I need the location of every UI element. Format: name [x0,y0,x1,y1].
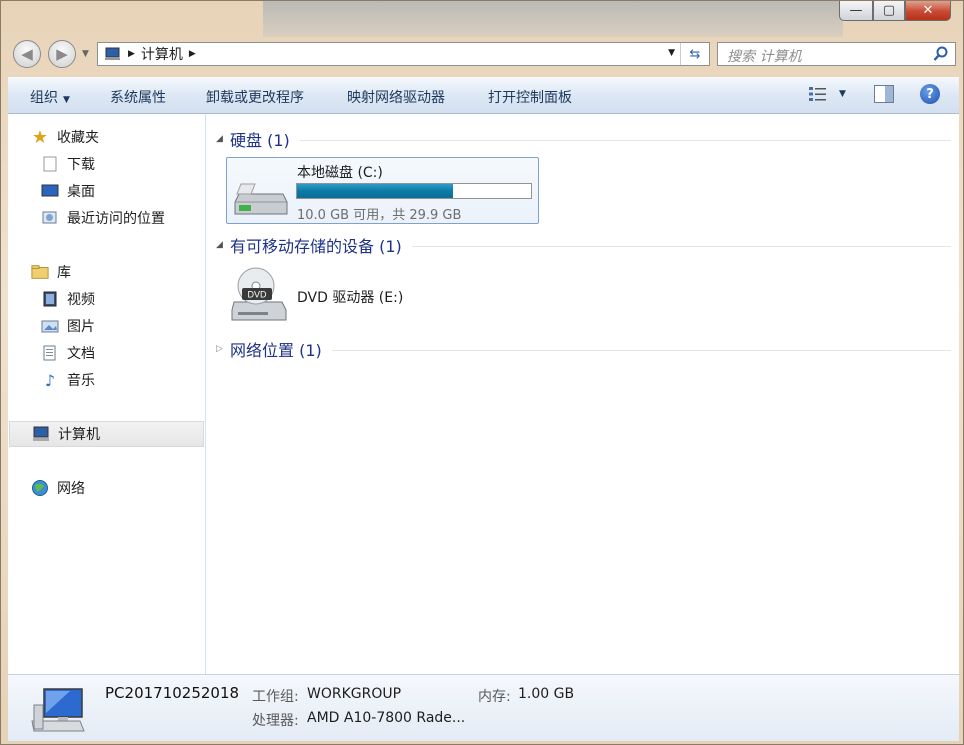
explorer-window: — ▢ ✕ ◀ ▶ ▼ ▶ 计算机 ▶ ▼ ⇆ 搜索 计算机 组织 ▼ 系统属性… [0,0,964,745]
organize-button[interactable]: 组织 ▼ [30,87,70,107]
drive-name: 本地磁盘 (C:) [297,165,383,181]
drive-usage-bar [296,183,532,199]
sidebar-item-recent-places[interactable]: 最近访问的位置 [41,207,165,229]
workgroup-label: 工作组: [252,689,299,705]
star-icon: ★ [31,126,49,148]
documents-icon [41,345,59,361]
back-arrow-icon: ◀ [21,45,33,63]
sidebar-item-desktop[interactable]: 桌面 [41,180,95,202]
sidebar-item-videos[interactable]: 视频 [41,288,95,310]
sidebar-item-label: 音乐 [67,373,95,389]
group-title: 有可移动存储的设备 (1) [230,237,402,256]
drive-free-space: 10.0 GB 可用，共 29.9 GB [297,208,462,223]
breadcrumb-separator-icon[interactable]: ▶ [189,49,196,59]
sidebar-item-label: 视频 [67,292,95,308]
memory-label: 内存: [478,689,511,705]
address-bar[interactable]: ▶ 计算机 ▶ ▼ ⇆ [97,42,710,66]
sidebar-item-label: 库 [57,265,71,281]
minimize-button[interactable]: — [839,1,873,21]
dvd-drive-icon: DVD [231,267,287,321]
hard-drive-icon [234,183,288,215]
search-box[interactable]: 搜索 计算机 [717,42,956,66]
library-icon [31,264,49,280]
processor-label: 处理器: [252,713,299,729]
address-dropdown-icon[interactable]: ▼ [668,48,675,58]
navigation-pane: ★ 收藏夹 下载 桌面 最近访问的位置 库 视频 图片 文档 ♪ 音乐 计算机 … [8,114,206,674]
group-header-removable-storage[interactable]: ◢ 有可移动存储的设备 (1) [216,234,951,256]
sidebar-item-libraries[interactable]: 库 [31,261,71,283]
computer-icon [105,47,120,60]
computer-name: PC201710252018 [105,684,240,702]
sidebar-item-favorites[interactable]: ★ 收藏夹 [31,126,99,148]
sidebar-item-label: 文档 [67,346,95,362]
sidebar-item-music[interactable]: ♪ 音乐 [41,369,95,391]
title-bar [263,1,843,37]
sidebar-item-network[interactable]: 网络 [31,477,85,499]
breadcrumb-computer[interactable]: 计算机 [141,44,183,64]
network-globe-icon [31,480,49,496]
video-icon [41,291,59,307]
document-icon [41,156,59,172]
sidebar-item-computer[interactable]: 计算机 [9,421,204,447]
desktop-icon [41,183,59,199]
sidebar-item-pictures[interactable]: 图片 [41,315,95,337]
svg-text:DVD: DVD [247,290,267,300]
uninstall-program-button[interactable]: 卸载或更改程序 [206,87,304,107]
recent-places-icon [41,210,59,226]
group-header-hard-disks[interactable]: ◢ 硬盘 (1) [216,128,951,150]
group-divider [331,350,951,351]
computer-icon [32,426,50,442]
forward-button[interactable]: ▶ [48,40,76,68]
back-button[interactable]: ◀ [13,40,41,68]
group-header-network-locations[interactable]: ▷ 网络位置 (1) [216,338,951,360]
search-input[interactable]: 搜索 计算机 [727,46,801,66]
sidebar-item-label: 桌面 [67,184,95,200]
close-button[interactable]: ✕ [905,1,951,21]
sidebar-item-label: 图片 [67,319,95,335]
map-network-drive-button[interactable]: 映射网络驱动器 [347,87,445,107]
group-divider [299,140,951,141]
drive-tile-dvd[interactable]: DVD DVD 驱动器 (E:) [226,264,486,324]
system-properties-button[interactable]: 系统属性 [110,87,166,107]
open-control-panel-button[interactable]: 打开控制面板 [488,87,572,107]
refresh-icon: ⇆ [689,46,701,62]
sidebar-item-label: 下载 [67,157,95,173]
navigation-bar: ◀ ▶ ▼ ▶ 计算机 ▶ ▼ ⇆ 搜索 计算机 [1,39,964,69]
pictures-icon [41,318,59,334]
change-view-icon[interactable] [808,85,828,103]
details-pane: PC201710252018 工作组: WORKGROUP 内存: 1.00 G… [8,674,959,741]
refresh-button[interactable]: ⇆ [680,43,709,65]
maximize-button[interactable]: ▢ [873,1,905,21]
music-icon: ♪ [44,370,56,390]
breadcrumb-separator-icon[interactable]: ▶ [128,49,135,59]
sidebar-item-label: 收藏夹 [57,130,99,146]
sidebar-item-label: 网络 [57,481,85,497]
view-options-dropdown-icon[interactable]: ▼ [839,89,846,99]
group-title: 硬盘 (1) [230,131,290,150]
workgroup-value: WORKGROUP [307,686,402,702]
recent-pages-dropdown[interactable]: ▼ [82,49,89,59]
memory-value: 1.00 GB [518,686,575,702]
forward-arrow-icon: ▶ [56,45,68,63]
computer-icon [31,688,85,732]
drive-tile-c[interactable]: 本地磁盘 (C:) 10.0 GB 可用，共 29.9 GB [226,157,539,224]
drive-usage-fill [297,184,453,198]
collapse-triangle-icon[interactable]: ◢ [216,134,230,144]
help-icon[interactable]: ? [920,84,940,104]
search-icon[interactable] [933,46,949,62]
sidebar-item-label: 计算机 [58,427,100,443]
sidebar-item-downloads[interactable]: 下载 [41,153,95,175]
drive-name: DVD 驱动器 (E:) [297,290,404,306]
command-bar: 组织 ▼ 系统属性 卸载或更改程序 映射网络驱动器 打开控制面板 ▼ ? [8,77,959,114]
group-divider [411,246,951,247]
processor-value: AMD A10-7800 Rade... [307,710,466,726]
sidebar-item-label: 最近访问的位置 [67,211,165,227]
sidebar-item-documents[interactable]: 文档 [41,342,95,364]
expand-triangle-icon[interactable]: ▷ [216,344,230,354]
caption-buttons: — ▢ ✕ [839,1,951,21]
group-title: 网络位置 (1) [230,341,322,360]
preview-pane-icon[interactable] [874,85,894,103]
collapse-triangle-icon[interactable]: ◢ [216,240,230,250]
content-pane: ◢ 硬盘 (1) 本地磁盘 (C:) 10.0 GB 可用，共 29.9 GB … [206,114,959,674]
